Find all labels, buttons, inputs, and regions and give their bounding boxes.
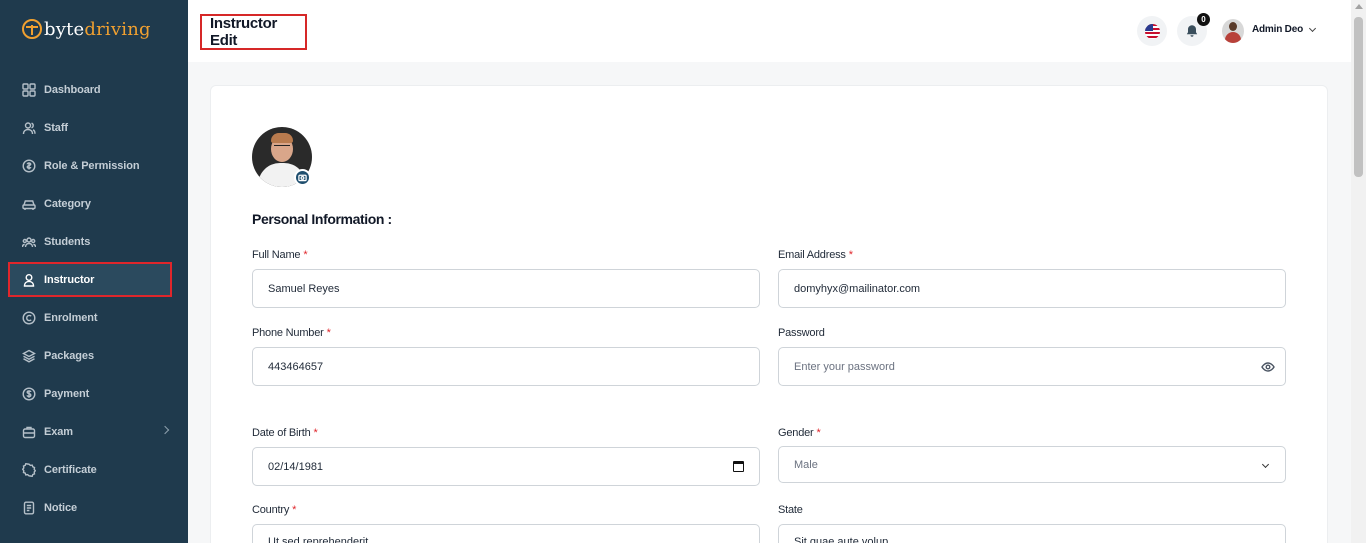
sidebar-item-label: Certificate xyxy=(44,464,97,476)
country-field[interactable]: Ut sed reprehenderit xyxy=(252,524,760,543)
sidebar-item-label: Exam xyxy=(44,426,73,438)
eye-icon[interactable] xyxy=(1261,360,1275,374)
brand-name: bytedriving xyxy=(44,18,151,40)
sidebar-item-staff[interactable]: Staff xyxy=(8,109,172,147)
brand-logo[interactable]: bytedriving xyxy=(22,16,151,42)
required-marker: * xyxy=(303,249,308,261)
badge-icon xyxy=(22,311,36,325)
car-icon xyxy=(22,197,36,211)
sidebar-item-label: Packages xyxy=(44,350,94,362)
sidebar-item-label: Instructor xyxy=(44,273,95,286)
sidebar-item-label: Payment xyxy=(44,388,90,400)
full-name-label: Full Name * xyxy=(252,249,308,261)
sidebar-item-instructor[interactable]: Instructor xyxy=(8,262,172,297)
required-marker: * xyxy=(848,249,853,261)
full-name-field[interactable]: Samuel Reyes xyxy=(252,269,760,308)
camera-icon xyxy=(298,174,307,182)
sidebar-item-label: Staff xyxy=(44,122,68,134)
sidebar-item-label: Notice xyxy=(44,502,78,514)
shield-icon xyxy=(22,159,36,173)
users-icon xyxy=(22,121,36,135)
required-marker: * xyxy=(816,427,821,439)
certificate-icon xyxy=(22,463,36,477)
sidebar-item-certificate[interactable]: Certificate xyxy=(8,451,172,489)
sidebar-item-dashboard[interactable]: Dashboard xyxy=(8,71,172,109)
gender-select[interactable]: Male xyxy=(778,446,1286,483)
bell-icon xyxy=(1186,25,1198,37)
dob-value: 02/14/1981 xyxy=(268,460,324,473)
required-marker: * xyxy=(292,504,297,516)
calendar-icon[interactable] xyxy=(733,461,744,472)
chevron-right-icon[interactable] xyxy=(160,425,170,435)
country-label: Country * xyxy=(252,504,297,516)
sidebar-item-label: Category xyxy=(44,198,91,210)
avatar[interactable] xyxy=(1222,19,1244,43)
dollar-icon xyxy=(22,387,36,401)
dob-label: Date of Birth * xyxy=(252,427,318,439)
profile-photo[interactable] xyxy=(252,127,312,187)
password-placeholder: Enter your password xyxy=(794,360,895,373)
language-button[interactable] xyxy=(1137,16,1167,46)
scrollbar-thumb[interactable] xyxy=(1354,17,1363,177)
gender-label: Gender * xyxy=(778,427,821,439)
notification-count-badge: 0 xyxy=(1197,13,1210,26)
change-photo-button[interactable] xyxy=(294,169,311,186)
sidebar-item-enrolment[interactable]: Enrolment xyxy=(8,299,172,337)
date-of-birth-field[interactable]: 02/14/1981 xyxy=(252,447,760,486)
sidebar-item-label: Students xyxy=(44,236,91,248)
sidebar-item-label: Role & Permission xyxy=(44,160,140,172)
page-scrollbar[interactable] xyxy=(1351,0,1366,543)
sidebar-item-payment[interactable]: Payment xyxy=(8,375,172,413)
sidebar-item-label: Dashboard xyxy=(44,84,101,96)
email-label: Email Address * xyxy=(778,249,853,261)
gender-value: Male xyxy=(794,458,818,471)
document-icon xyxy=(22,501,36,515)
section-title: Personal Information : xyxy=(252,211,392,227)
us-flag-icon xyxy=(1144,23,1160,39)
sidebar-item-category[interactable]: Category xyxy=(8,185,172,223)
grid-icon xyxy=(22,83,36,97)
required-marker: * xyxy=(313,427,318,439)
sidebar-item-label: Enrolment xyxy=(44,312,98,324)
password-label: Password xyxy=(778,327,825,339)
sidebar-item-packages[interactable]: Packages xyxy=(8,337,172,375)
password-field[interactable]: Enter your password xyxy=(778,347,1286,386)
scroll-up-arrow-icon[interactable] xyxy=(1355,4,1363,9)
page-title-box: Instructor Edit xyxy=(200,14,307,50)
sidebar-item-students[interactable]: Students xyxy=(8,223,172,261)
layers-icon xyxy=(22,349,36,363)
sidebar-item-role-permission[interactable]: Role & Permission xyxy=(8,147,172,185)
group-icon xyxy=(22,235,36,249)
page-title: Instructor Edit xyxy=(210,15,278,49)
steering-wheel-icon xyxy=(22,19,42,39)
phone-label: Phone Number * xyxy=(252,327,331,339)
sidebar-nav: Dashboard Staff Role & Permission Catego… xyxy=(8,71,172,527)
chevron-down-icon xyxy=(1261,460,1270,469)
sidebar: bytedriving Dashboard Staff Role & Permi… xyxy=(0,0,188,543)
sidebar-item-exam[interactable]: Exam xyxy=(8,413,172,451)
required-marker: * xyxy=(326,327,331,339)
user-icon xyxy=(22,273,36,287)
sidebar-item-notice[interactable]: Notice xyxy=(8,489,172,527)
user-name[interactable]: Admin Deo xyxy=(1252,24,1303,35)
phone-field[interactable]: 443464657 xyxy=(252,347,760,386)
state-label: State xyxy=(778,504,803,516)
briefcase-icon xyxy=(22,425,36,439)
email-field[interactable]: domyhyx@mailinator.com xyxy=(778,269,1286,308)
state-field[interactable]: Sit quae aute volup xyxy=(778,524,1286,543)
